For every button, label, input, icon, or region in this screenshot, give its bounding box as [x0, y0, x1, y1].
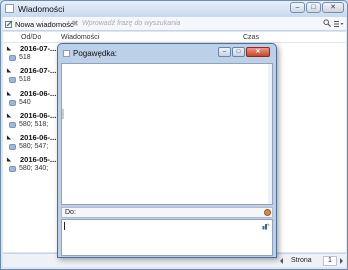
chat-bubble-icon	[9, 100, 16, 106]
message-input[interactable]	[61, 219, 273, 256]
row-date: 2016-07-...	[20, 66, 57, 75]
expand-arrow-icon[interactable]	[4, 113, 12, 120]
expand-arrow-icon[interactable]	[4, 157, 12, 164]
dialog-title: Pogawędka:	[73, 49, 118, 58]
expand-arrow-icon[interactable]	[4, 135, 12, 142]
list-item[interactable]: 2016-05-... 580; 340;	[3, 154, 59, 175]
row-participants: 518	[19, 54, 31, 61]
list-item[interactable]: 2016-06-... 540	[3, 88, 59, 109]
new-message-icon[interactable]	[5, 20, 13, 28]
dialog-maximize-button[interactable]: □	[232, 47, 245, 57]
chat-bubble-icon	[9, 144, 16, 150]
row-date: 2016-05-...	[20, 155, 57, 164]
list-item[interactable]: 2016-06-... 580; 518;	[3, 110, 59, 131]
send-icon[interactable]	[262, 222, 270, 230]
to-label: Do:	[65, 209, 76, 216]
chat-bubble-icon	[9, 122, 16, 128]
text-caret	[64, 222, 65, 230]
dialog-minimize-button[interactable]: –	[218, 47, 231, 57]
chat-bubble-icon	[9, 166, 16, 172]
row-participants: 580; 340;	[19, 165, 49, 172]
options-menu-icon[interactable]	[334, 20, 344, 28]
row-participants: 518	[19, 76, 31, 83]
close-button[interactable]: ✕	[322, 2, 344, 13]
search-input[interactable]: Wprowadź frazę do wyszukania	[82, 20, 180, 27]
app-icon	[5, 4, 14, 13]
column-from-to[interactable]: Od/Do	[21, 34, 41, 41]
recipients-field[interactable]: Do:	[61, 207, 273, 218]
new-message-button[interactable]: Nowa wiadomość	[15, 20, 74, 29]
expand-arrow-icon[interactable]	[4, 68, 12, 75]
row-date: 2016-06-...	[20, 133, 57, 142]
dialog-close-button[interactable]: ✕	[246, 47, 270, 57]
window-titlebar[interactable]: Wiadomości – □ ✕	[1, 1, 347, 17]
clear-search-icon[interactable]: ✖	[72, 19, 79, 28]
chat-bubble-icon	[9, 77, 16, 83]
list-item[interactable]: 2016-06-... 580; 547;	[3, 132, 59, 153]
list-item[interactable]: 2016-07-... 518	[3, 65, 59, 86]
expand-arrow-icon[interactable]	[4, 91, 12, 98]
row-participants: 580; 518;	[19, 121, 49, 128]
chat-dialog: Pogawędka: – □ ✕ Do:	[57, 43, 277, 258]
next-page-icon[interactable]	[340, 258, 343, 264]
toolbar: Nowa wiadomość ✖ Wprowadź frazę do wyszu…	[3, 17, 346, 31]
row-date: 2016-06-...	[20, 89, 57, 98]
row-date: 2016-07-...	[20, 44, 57, 53]
row-participants: 580; 547;	[19, 143, 49, 150]
add-recipient-icon[interactable]	[264, 209, 271, 216]
column-messages[interactable]: Wiadomości	[61, 34, 99, 41]
row-date: 2016-06-...	[20, 111, 57, 120]
list-header: Od/Do Wiadomości Czas	[3, 32, 346, 43]
page-label: Strona	[291, 257, 312, 264]
maximize-button[interactable]: □	[306, 2, 321, 13]
list-item[interactable]: 2016-07-... 518	[3, 43, 59, 64]
search-icon[interactable]	[323, 19, 331, 27]
chat-bubble-icon	[9, 55, 16, 61]
minimize-button[interactable]: –	[290, 2, 305, 13]
previous-page-icon[interactable]	[280, 258, 283, 264]
expand-arrow-icon[interactable]	[4, 46, 12, 53]
window-title: Wiadomości	[18, 4, 65, 14]
dialog-app-icon	[63, 50, 70, 57]
chat-divider	[62, 109, 64, 119]
column-time[interactable]: Czas	[243, 34, 259, 41]
chat-scrollbar[interactable]	[268, 64, 272, 204]
chat-history[interactable]	[61, 63, 273, 205]
row-participants: 540	[19, 99, 31, 106]
page-number-field[interactable]: 1	[323, 256, 337, 266]
